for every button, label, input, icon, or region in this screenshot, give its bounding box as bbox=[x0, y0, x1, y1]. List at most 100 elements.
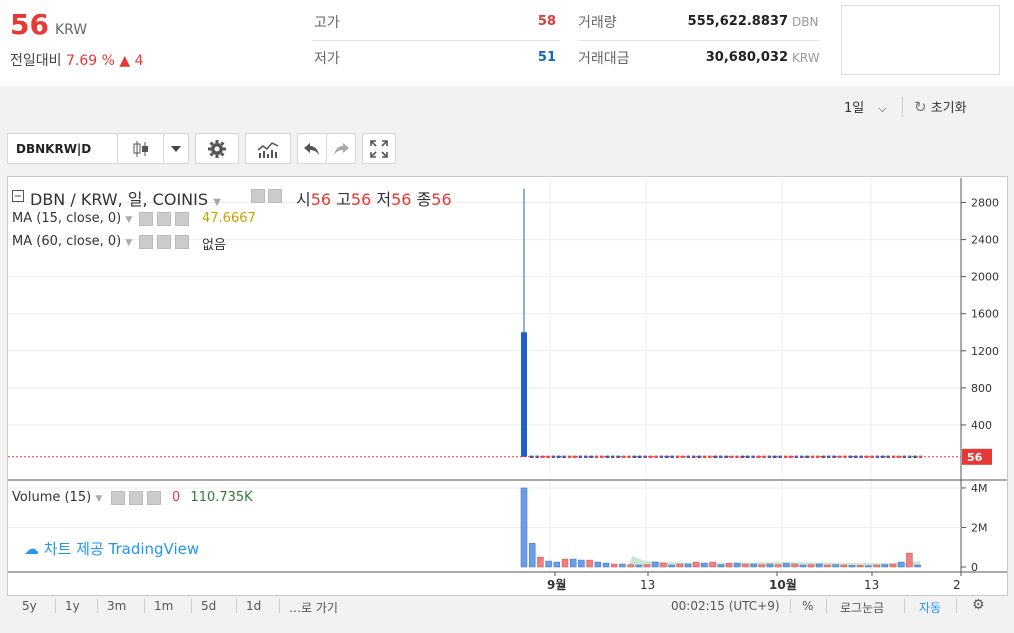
divider bbox=[956, 599, 957, 613]
close-icon[interactable] bbox=[147, 491, 161, 505]
range-button[interactable]: 1d bbox=[246, 599, 261, 613]
price-tick-label: 2800 bbox=[971, 197, 999, 210]
range-button[interactable]: …로 가기 bbox=[289, 599, 338, 616]
ma60-legend: MA (60, close, 0) ▼ bbox=[12, 234, 132, 249]
price-tick-label: 400 bbox=[971, 419, 992, 432]
divider bbox=[191, 599, 192, 613]
volume-bar bbox=[815, 563, 823, 568]
volume-bar bbox=[660, 562, 667, 568]
volume-bar bbox=[824, 564, 831, 568]
last-price-label: 56 bbox=[967, 451, 983, 464]
price-tick-label: 2000 bbox=[971, 271, 999, 284]
clock[interactable]: 00:02:15 (UTC+9) bbox=[671, 599, 780, 613]
volume-legend: Volume (15) ▼ bbox=[12, 490, 102, 505]
price-tick-label: 1600 bbox=[971, 308, 999, 321]
volume-tick-label: 0 bbox=[971, 561, 978, 574]
time-tick-label: 13 bbox=[640, 578, 655, 592]
gear-icon[interactable] bbox=[157, 235, 171, 249]
close-icon[interactable] bbox=[175, 235, 189, 249]
range-button[interactable]: 5y bbox=[22, 599, 37, 613]
candle-body bbox=[521, 332, 527, 457]
low-label: 저 bbox=[376, 190, 392, 209]
volume-bar bbox=[840, 564, 848, 568]
volume-tick-label: 2M bbox=[971, 521, 988, 534]
volume-bar bbox=[701, 562, 708, 568]
range-button[interactable]: 3m bbox=[107, 599, 126, 613]
gear-icon[interactable] bbox=[129, 491, 143, 505]
auto-scale-toggle[interactable]: 자동 bbox=[919, 599, 941, 616]
volume-bar bbox=[906, 552, 913, 568]
tradingview-logo-icon: ☁ bbox=[24, 540, 39, 558]
volume-bar bbox=[586, 559, 593, 568]
range-button[interactable]: 1m bbox=[154, 599, 173, 613]
divider bbox=[826, 599, 827, 613]
divider bbox=[904, 599, 905, 613]
range-button[interactable]: 1y bbox=[65, 599, 80, 613]
percent-toggle[interactable]: % bbox=[802, 599, 813, 613]
log-scale-toggle[interactable]: 로그눈금 bbox=[840, 599, 884, 616]
open-label: 시 bbox=[296, 190, 311, 209]
tradingview-attribution[interactable]: ☁ 차트 제공 TradingView bbox=[24, 538, 199, 559]
range-button[interactable]: 5d bbox=[201, 599, 216, 613]
volume-bar bbox=[856, 565, 864, 568]
provider-label: 차트 제공 TradingView bbox=[43, 540, 200, 558]
volume-bar bbox=[783, 563, 790, 568]
time-tick-label: 2 bbox=[953, 578, 961, 592]
volume-bar bbox=[709, 561, 716, 568]
symbol-legend: DBN / KRW, 일, COINIS ▼ bbox=[30, 186, 221, 210]
eye-icon[interactable] bbox=[139, 235, 153, 249]
time-tick-label: 10월 bbox=[769, 577, 797, 592]
volume-bar bbox=[635, 564, 643, 568]
volume-bar bbox=[750, 563, 757, 568]
volume-bar bbox=[832, 564, 839, 568]
volume-bar bbox=[610, 563, 618, 568]
ma15-label: MA (15, close, 0) bbox=[12, 211, 122, 226]
ohlc-values: 시56 고56 저56 종56 bbox=[296, 186, 452, 210]
volume-bar bbox=[684, 563, 692, 568]
eye-icon[interactable] bbox=[251, 189, 265, 203]
caret-down-icon[interactable]: ▼ bbox=[95, 494, 102, 504]
high-value: 56 bbox=[350, 190, 372, 209]
volume-bar bbox=[627, 564, 634, 568]
caret-down-icon[interactable]: ▼ bbox=[213, 197, 221, 208]
divider bbox=[55, 599, 56, 613]
volume-bar bbox=[799, 564, 807, 568]
price-tick-label: 1200 bbox=[971, 345, 999, 358]
price-tick-label: 2400 bbox=[971, 234, 999, 247]
volume-bar bbox=[651, 561, 659, 568]
volume-bar bbox=[676, 563, 684, 568]
volume-tick-label: 4M bbox=[971, 482, 988, 495]
volume-bar bbox=[528, 543, 536, 568]
volume-bar bbox=[619, 563, 626, 568]
caret-down-icon[interactable]: ▼ bbox=[125, 238, 132, 248]
volume-bar bbox=[594, 561, 602, 568]
divider bbox=[97, 599, 98, 613]
volume-bar bbox=[602, 562, 610, 568]
divider bbox=[790, 599, 791, 613]
eye-icon[interactable] bbox=[139, 212, 153, 226]
volume-bar bbox=[561, 558, 569, 568]
volume-bar bbox=[733, 562, 741, 568]
close-value: 56 bbox=[431, 190, 452, 209]
divider bbox=[144, 599, 145, 613]
ma60-label: MA (60, close, 0) bbox=[12, 234, 122, 249]
close-icon[interactable] bbox=[175, 212, 189, 226]
eye-icon[interactable] bbox=[111, 491, 125, 505]
legend-title: DBN / KRW, 일, COINIS bbox=[30, 190, 209, 209]
close-label: 종 bbox=[416, 190, 432, 209]
gear-icon[interactable] bbox=[157, 212, 171, 226]
collapse-icon[interactable] bbox=[12, 190, 24, 206]
volume-value-2: 110.735K bbox=[190, 490, 253, 505]
volume-bar bbox=[848, 565, 856, 568]
high-label: 고 bbox=[336, 190, 351, 209]
volume-value-1: 0 bbox=[172, 490, 181, 505]
ma15-value: 47.6667 bbox=[202, 211, 256, 226]
gear-icon[interactable] bbox=[268, 189, 282, 203]
caret-down-icon[interactable]: ▼ bbox=[125, 215, 132, 225]
volume-bar bbox=[742, 563, 749, 568]
gear-icon[interactable]: ⚙ bbox=[972, 597, 985, 613]
volume-bar bbox=[643, 564, 651, 568]
open-value: 56 bbox=[310, 190, 332, 209]
volume-bar bbox=[791, 563, 798, 568]
volume-bar bbox=[717, 564, 725, 568]
